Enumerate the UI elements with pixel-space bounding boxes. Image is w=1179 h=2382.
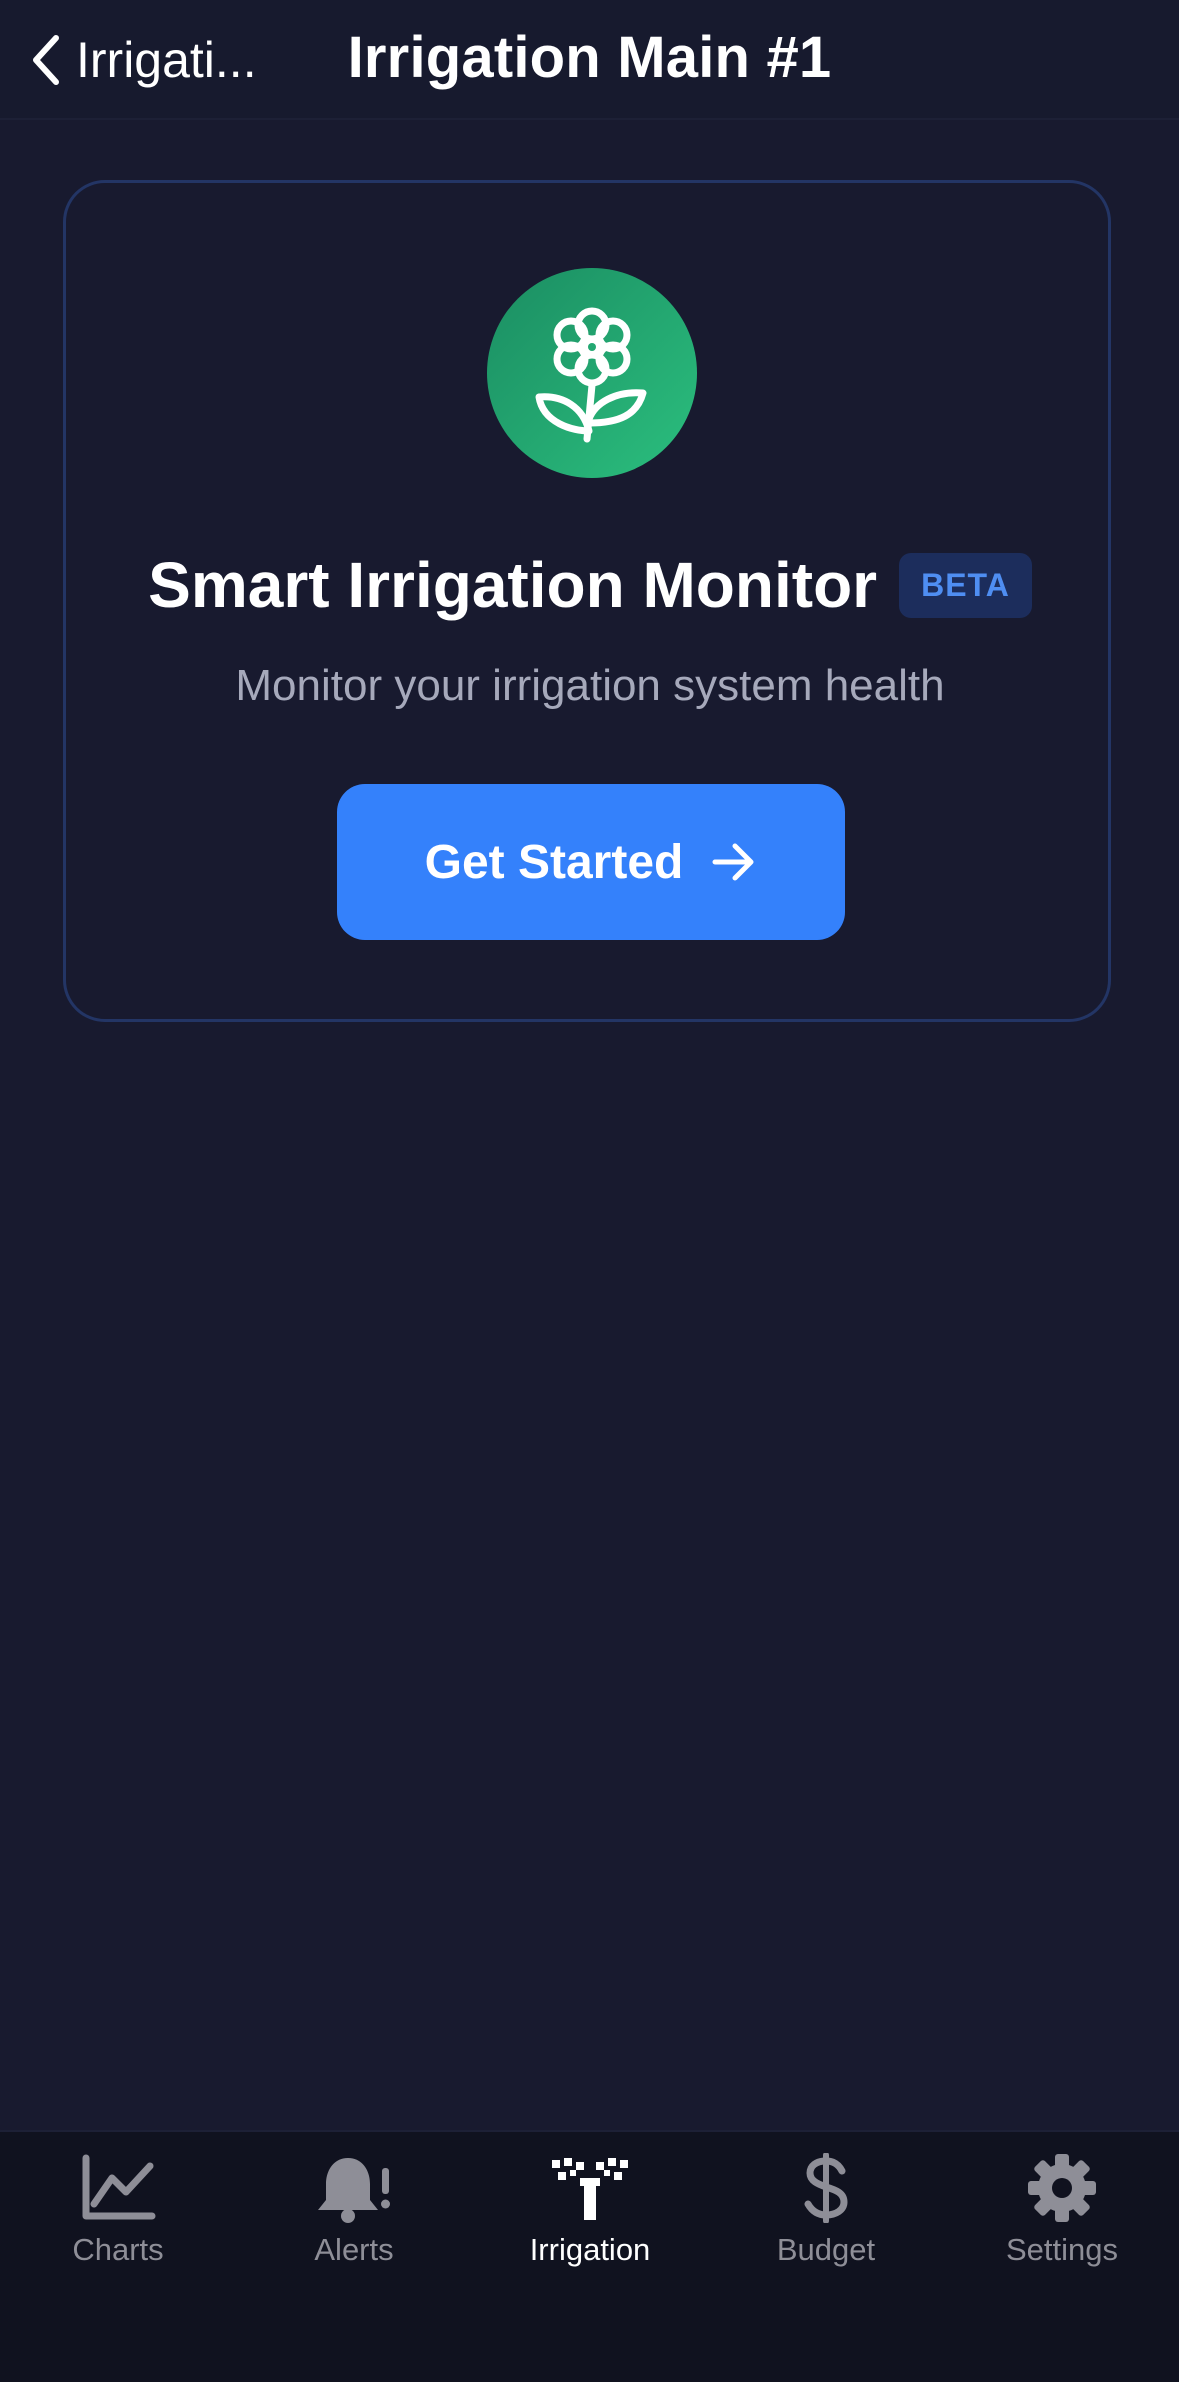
card-heading-row: Smart Irrigation Monitor BETA [66, 545, 1114, 625]
tab-alerts-label: Alerts [314, 2232, 394, 2267]
tab-irrigation-label: Irrigation [529, 2232, 651, 2267]
tab-charts[interactable]: Charts [0, 2152, 236, 2282]
tab-settings[interactable]: Settings [944, 2152, 1179, 2282]
tab-alerts[interactable]: Alerts [236, 2152, 472, 2282]
flower-icon-badge [487, 268, 697, 478]
tab-budget-label: Budget [776, 2232, 876, 2267]
card-heading: Smart Irrigation Monitor [148, 549, 878, 621]
gear-icon [1028, 2154, 1096, 2222]
sprinkler-icon [552, 2158, 628, 2220]
navigation-bar: Irrigati... Irrigation Main #1 [0, 0, 1179, 120]
arrow-right-icon [712, 843, 754, 881]
get-started-button[interactable]: Get Started [337, 784, 845, 940]
tab-budget[interactable]: Budget [708, 2152, 944, 2282]
tab-settings-label: Settings [1005, 2232, 1118, 2267]
dollar-icon [804, 2153, 848, 2223]
tab-charts-label: Charts [72, 2232, 164, 2267]
flower-icon [535, 307, 647, 443]
tab-irrigation[interactable]: Irrigation [472, 2152, 708, 2282]
page-title: Irrigation Main #1 [347, 25, 832, 90]
get-started-label: Get Started [424, 835, 684, 889]
beta-badge: BETA [899, 552, 1032, 618]
irrigation-monitor-card: Smart Irrigation Monitor BETA Monitor yo… [63, 180, 1111, 1022]
bell-alert-icon [318, 2158, 390, 2223]
card-subtitle: Monitor your irrigation system health [235, 661, 945, 710]
chart-line-icon [82, 2154, 156, 2220]
tab-bar: Charts Alerts Irrigation Budget Settings [0, 2130, 1179, 2382]
